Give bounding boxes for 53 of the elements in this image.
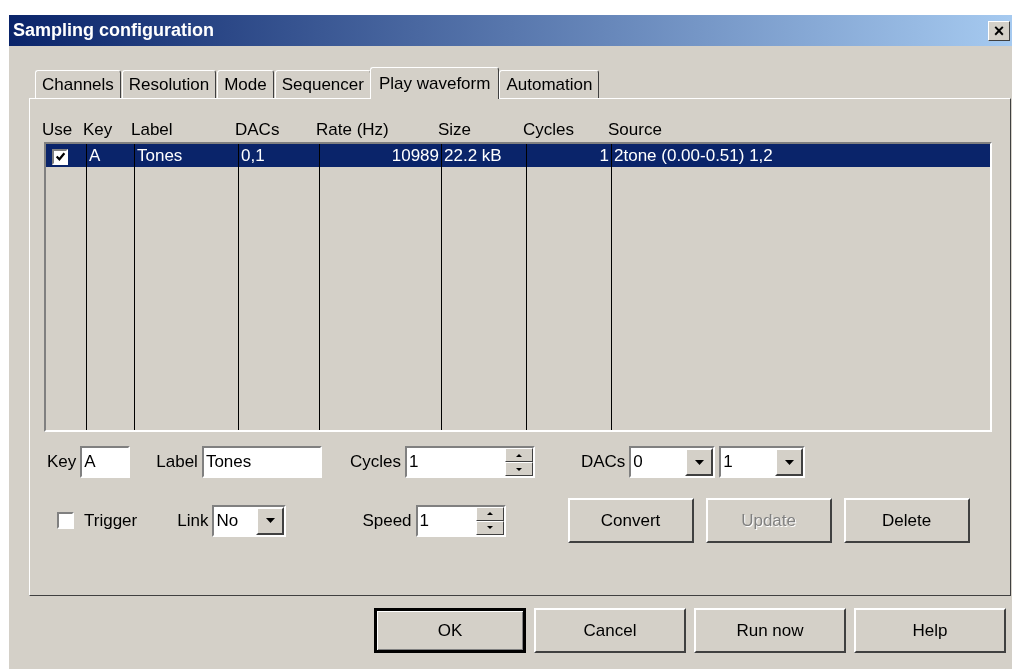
down-arrow-icon xyxy=(486,526,493,529)
caret-icon xyxy=(784,459,794,465)
table-cell: 1 xyxy=(527,144,611,167)
column-header[interactable]: Key xyxy=(83,120,131,140)
column-header[interactable]: DACs xyxy=(235,120,316,140)
link-dropdown[interactable]: No xyxy=(212,504,287,537)
tab[interactable]: Channels xyxy=(35,70,121,98)
table-cell: 0,1 xyxy=(239,144,319,167)
action-button[interactable]: Convert xyxy=(567,498,694,543)
column-header[interactable]: Label xyxy=(131,120,235,140)
field-label: Link xyxy=(177,510,209,531)
table-cell: 2tone (0.00-0.51) 1,2 xyxy=(612,144,990,167)
dialog-button[interactable]: Help xyxy=(854,608,1006,653)
up-arrow-icon xyxy=(486,512,493,515)
column-header[interactable]: Use xyxy=(42,120,83,140)
tab[interactable]: Sequencer xyxy=(274,70,371,98)
checkbox-label: Trigger xyxy=(84,510,138,531)
column-header[interactable]: Rate (Hz) xyxy=(316,120,438,140)
dac-dropdown[interactable]: 0 xyxy=(629,446,716,478)
caret-icon xyxy=(265,518,275,523)
tab[interactable]: Play waveform xyxy=(369,67,500,99)
table-cell: A xyxy=(87,144,134,167)
speed-spinner[interactable]: 1 xyxy=(415,504,506,537)
caret-icon xyxy=(694,459,704,465)
field-label: Speed xyxy=(362,510,412,531)
table-cell: 22.2 kB xyxy=(442,144,526,167)
dac-dropdown[interactable]: 1 xyxy=(719,446,806,478)
field-label: Cycles xyxy=(349,452,401,472)
action-button[interactable]: Delete xyxy=(843,498,970,543)
trigger-checkbox[interactable] xyxy=(57,512,74,529)
use-checkbox[interactable] xyxy=(52,148,68,165)
field-label: DACs xyxy=(580,452,626,472)
down-arrow-icon xyxy=(515,467,522,471)
tab[interactable]: Resolution xyxy=(121,70,217,98)
key-field[interactable]: A xyxy=(80,446,131,478)
cycles-spinner[interactable]: 1 xyxy=(404,446,535,478)
dialog-button[interactable]: Run now xyxy=(694,608,846,653)
column-header[interactable]: Cycles xyxy=(523,120,608,140)
window-title: Sampling configuration xyxy=(13,20,214,41)
table-cell: Tones xyxy=(135,144,238,167)
field-label: Key xyxy=(47,452,77,472)
label-field[interactable]: Tones xyxy=(201,446,322,478)
table-cell: 10989 xyxy=(320,144,441,167)
tab[interactable]: Mode xyxy=(217,70,274,98)
close-button[interactable]: × xyxy=(988,20,1010,41)
check-icon xyxy=(54,151,66,162)
dialog-button[interactable]: Cancel xyxy=(534,608,686,653)
tab[interactable]: Automation xyxy=(499,70,600,98)
dialog-button[interactable]: OK xyxy=(374,608,526,653)
column-header[interactable]: Size xyxy=(438,120,523,140)
column-header[interactable]: Source xyxy=(608,120,988,140)
field-label: Label xyxy=(156,452,198,472)
up-arrow-icon xyxy=(515,453,522,457)
